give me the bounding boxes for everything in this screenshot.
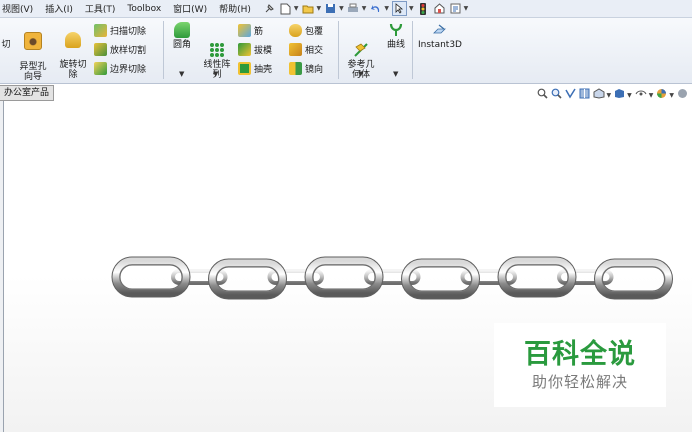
hide-show-items-icon[interactable] [635, 88, 647, 102]
boundary-cut-icon [94, 61, 107, 75]
rib-icon [238, 23, 251, 37]
menu-insert[interactable]: 插入(I) [39, 2, 79, 15]
chevron-down-icon[interactable]: ▼ [627, 92, 632, 99]
save-icon[interactable] [324, 2, 337, 15]
chevron-down-icon[interactable]: ▼ [294, 5, 299, 12]
section-view-icon[interactable] [579, 88, 590, 102]
chevron-down-icon[interactable]: ▼ [464, 5, 469, 12]
sweep-cut-label: 扫描切除 [110, 26, 147, 37]
watermark-title: 百科全说 [524, 339, 636, 370]
draft-label: 拔模 [254, 45, 273, 56]
chevron-down-icon[interactable]: ▼ [317, 5, 322, 12]
sweep-cut-button[interactable]: 扫描切除 [94, 22, 146, 38]
menu-help[interactable]: 帮助(H) [213, 2, 257, 15]
watermark-subtitle: 助你轻松解决 [531, 373, 628, 391]
file-properties-icon[interactable] [433, 2, 446, 15]
rebuild-traffic-light-icon[interactable] [417, 2, 430, 15]
fillet-label: 圆角 [172, 40, 191, 50]
shell-icon [238, 61, 251, 75]
reference-geometry-dropdown-icon[interactable]: ▼ [358, 70, 363, 78]
zoom-to-area-icon[interactable] [551, 88, 562, 102]
zoom-to-fit-icon[interactable] [537, 88, 548, 102]
options-icon[interactable] [449, 2, 462, 15]
loft-cut-icon [94, 42, 107, 56]
shell-label: 抽壳 [254, 64, 273, 75]
draft-button[interactable]: 拔模 [238, 41, 272, 57]
chevron-down-icon[interactable]: ▼ [384, 5, 389, 12]
draft-icon [238, 42, 251, 56]
command-manager: 切 异型孔 向导 旋转切 除 扫描切除 放样切割 边界切除 圆角 ▼ 线性阵 列… [0, 18, 692, 84]
curves-icon [388, 22, 404, 38]
watermark-badge: 百科全说 助你轻松解决 [494, 323, 666, 407]
cut-extrude-button[interactable]: 切 [0, 22, 12, 50]
select-cursor-icon[interactable] [392, 1, 407, 16]
mirror-icon [289, 61, 302, 75]
revolve-cut-label: 旋转切 除 [59, 60, 87, 80]
chevron-down-icon[interactable]: ▼ [607, 92, 612, 99]
rib-label: 筋 [254, 26, 264, 37]
cut-extrude-icon [6, 22, 7, 38]
shell-button[interactable]: 抽壳 [238, 60, 272, 76]
wrap-button[interactable]: 包覆 [289, 22, 323, 38]
intersect-icon [289, 42, 302, 56]
wrap-label: 包覆 [305, 26, 324, 37]
feature-tree-tab[interactable]: 办公室产品 [0, 85, 55, 101]
feature-manager-edge[interactable] [0, 100, 4, 432]
hole-wizard-button[interactable]: 异型孔 向导 [16, 22, 50, 82]
standard-toolbar: ▼ ▼ ▼ ▼ ▼ ▼ ▼ [263, 1, 468, 16]
chevron-down-icon[interactable]: ▼ [362, 5, 367, 12]
menu-view[interactable]: 视图(V) [0, 2, 39, 15]
fillet-icon [174, 22, 190, 38]
hole-wizard-icon [24, 32, 42, 50]
wrap-icon [289, 23, 302, 37]
loft-cut-label: 放样切割 [110, 45, 147, 56]
intersect-button[interactable]: 相交 [289, 41, 323, 57]
pin-icon[interactable] [263, 2, 276, 15]
revolve-cut-button[interactable]: 旋转切 除 [55, 22, 91, 80]
fillet-dropdown-icon[interactable]: ▼ [179, 70, 184, 78]
rib-button[interactable]: 筋 [238, 22, 263, 38]
view-orientation-icon[interactable] [593, 88, 605, 102]
cut-extrude-label: 切 [1, 40, 11, 50]
chevron-down-icon[interactable]: ▼ [669, 92, 674, 99]
instant3d-icon [432, 22, 448, 38]
curves-button[interactable]: 曲线 [383, 22, 409, 50]
print-icon[interactable] [347, 2, 360, 15]
menu-bar: 视图(V) 插入(I) 工具(T) Toolbox 窗口(W) 帮助(H) ▼ … [0, 0, 692, 18]
boundary-cut-label: 边界切除 [110, 64, 147, 75]
menu-window[interactable]: 窗口(W) [167, 2, 213, 15]
reference-geometry-icon [353, 32, 369, 57]
fillet-button[interactable]: 圆角 [168, 22, 196, 50]
menu-tools[interactable]: 工具(T) [79, 2, 122, 15]
loft-cut-button[interactable]: 放样切割 [94, 41, 146, 57]
linear-pattern-icon [209, 32, 225, 57]
sweep-cut-icon [94, 23, 107, 37]
undo-icon[interactable] [369, 2, 382, 15]
ribbon-separator [412, 21, 413, 79]
linear-pattern-dropdown-icon[interactable]: ▼ [213, 70, 218, 78]
instant3d-button[interactable]: Instant3D [416, 22, 464, 50]
chevron-down-icon[interactable]: ▼ [409, 5, 414, 12]
menu-toolbox[interactable]: Toolbox [121, 4, 167, 14]
mirror-label: 镜向 [305, 64, 324, 75]
ribbon-separator [338, 21, 339, 79]
mirror-button[interactable]: 镜向 [289, 60, 323, 76]
open-folder-icon[interactable] [302, 2, 315, 15]
chevron-down-icon[interactable]: ▼ [649, 92, 654, 99]
curves-label: 曲线 [386, 40, 405, 50]
hole-wizard-label: 异型孔 向导 [19, 62, 47, 82]
new-document-icon[interactable] [279, 2, 292, 15]
ribbon-separator [163, 21, 164, 79]
intersect-label: 相交 [305, 45, 324, 56]
boundary-cut-button[interactable]: 边界切除 [94, 60, 146, 76]
edit-appearance-icon[interactable] [656, 88, 667, 102]
revolve-cut-icon [65, 32, 81, 48]
apply-scene-icon[interactable] [677, 88, 688, 102]
previous-view-icon[interactable] [564, 88, 576, 102]
instant3d-label: Instant3D [418, 40, 462, 50]
curves-dropdown-icon[interactable]: ▼ [393, 70, 398, 78]
heads-up-view-toolbar: ▼ ▼ ▼ ▼ [537, 88, 689, 102]
display-style-icon[interactable] [614, 88, 625, 102]
chevron-down-icon[interactable]: ▼ [339, 5, 344, 12]
